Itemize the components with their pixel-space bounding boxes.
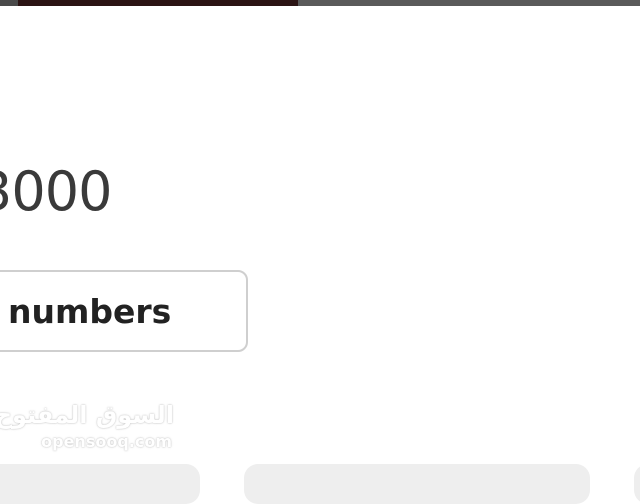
show-numbers-label: numbers	[8, 292, 172, 331]
show-numbers-button[interactable]: numbers	[0, 270, 248, 352]
watermark-arabic-text: السوق المفتوح	[0, 401, 174, 429]
top-image-strip	[0, 0, 640, 6]
top-image-gray-part	[298, 0, 640, 6]
related-card-left[interactable]	[0, 464, 200, 504]
related-card-middle[interactable]	[244, 464, 590, 504]
top-image-dark-part	[18, 0, 298, 6]
watermark-latin-text: opensooq.com	[41, 432, 172, 451]
price-value: 3000	[0, 160, 112, 223]
related-card-right[interactable]	[634, 464, 640, 504]
opensooq-watermark: السوق المفتوح opensooq.com	[0, 400, 180, 462]
